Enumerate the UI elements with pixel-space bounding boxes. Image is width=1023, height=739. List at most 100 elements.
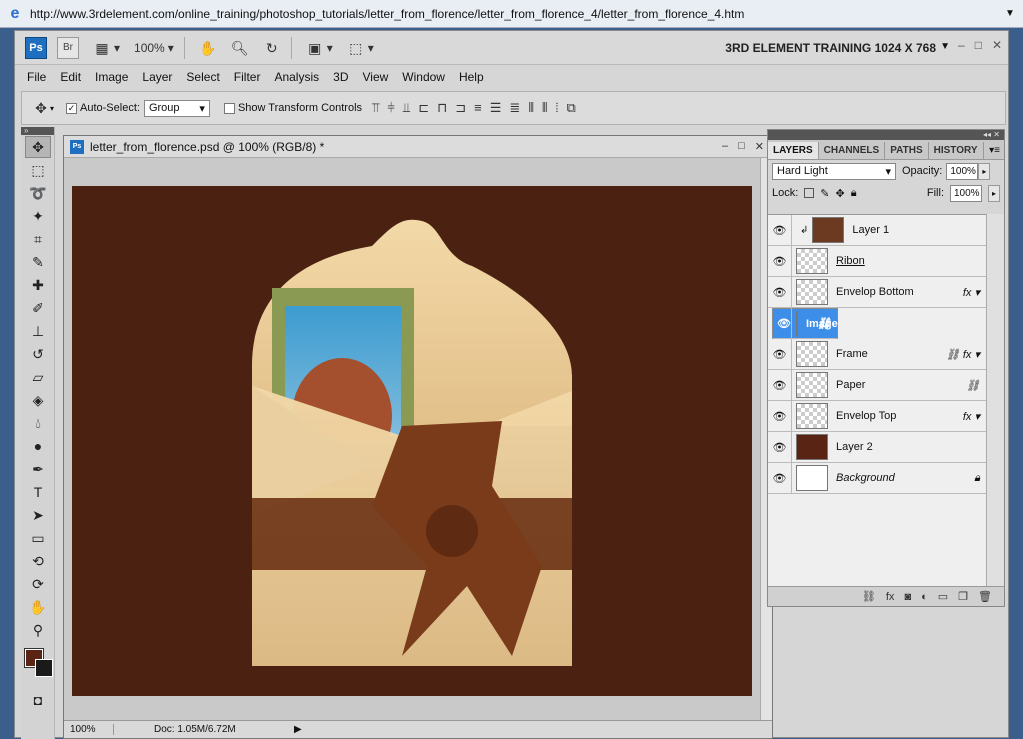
tools-collapse[interactable]: » — [21, 127, 54, 135]
visibility-eye-icon[interactable]: 👁 — [768, 276, 792, 308]
add-style-icon[interactable]: fx — [886, 591, 895, 603]
align-bottom-icon[interactable]: ⫫ — [403, 100, 410, 116]
delete-layer-icon[interactable]: 🗑︎ — [978, 590, 992, 603]
background-color[interactable] — [35, 659, 53, 677]
3d-orbit-tool[interactable]: ⟳ — [25, 573, 51, 595]
layer-row[interactable]: 👁 Layer 2 — [768, 431, 986, 463]
paint-bucket-tool[interactable]: ◈ — [25, 389, 51, 411]
history-brush-tool[interactable]: ↺ — [25, 343, 51, 365]
auto-align-icon[interactable]: ⧉ — [566, 100, 575, 116]
layer-effects-icon[interactable]: ⛓ fx ▾ — [946, 348, 980, 361]
align-left-icon[interactable]: ⊏ — [418, 100, 429, 116]
eraser-tool[interactable]: ▱ — [25, 366, 51, 388]
menu-window[interactable]: Window — [402, 70, 445, 84]
lock-position-icon[interactable]: ✥ — [836, 187, 845, 200]
zoom-tool[interactable]: ⚲ — [25, 619, 51, 641]
layer-row[interactable]: 👁 Paper ⛓ — [768, 369, 986, 401]
3d-rotate-tool[interactable]: ⟲ — [25, 550, 51, 572]
zoom-tool-button[interactable]: 🔍︎ — [231, 40, 249, 56]
distribute-vcenter-icon[interactable]: ☰ — [490, 100, 502, 116]
distribute-right-icon[interactable]: ⦙ — [556, 100, 559, 116]
path-selection-tool[interactable]: ➤ — [25, 504, 51, 526]
blend-mode-select[interactable]: Hard Light ▾ — [772, 162, 896, 180]
distribute-top-icon[interactable]: ≡ — [474, 100, 482, 116]
visibility-eye-icon[interactable]: 👁 — [777, 308, 792, 339]
auto-select-checkbox[interactable]: ✓ — [66, 102, 78, 114]
canvas[interactable] — [72, 186, 752, 696]
layer-effects-icon[interactable]: fx ▾ — [963, 286, 980, 299]
healing-brush-tool[interactable]: ✚ — [25, 274, 51, 296]
status-menu-icon[interactable]: ▶ — [294, 724, 302, 735]
layer-row[interactable]: 👁 Envelop Bottom fx ▾ — [768, 276, 986, 308]
visibility-eye-icon[interactable]: 👁 — [768, 214, 792, 246]
menu-edit[interactable]: Edit — [60, 70, 81, 84]
move-tool[interactable]: ✥ — [25, 136, 51, 158]
distribute-bottom-icon[interactable]: ≣ — [509, 100, 520, 116]
visibility-eye-icon[interactable]: 👁 — [768, 431, 792, 463]
doc-close-icon[interactable]: ✕ — [755, 140, 764, 153]
screen-mode-button[interactable]: ⬚ ▾ — [347, 40, 374, 56]
doc-minimize-icon[interactable]: – — [722, 140, 728, 153]
dodge-tool[interactable]: ● — [25, 435, 51, 457]
fill-slider-icon[interactable]: ▸ — [988, 184, 1000, 202]
panel-menu-icon[interactable]: ▾≡ — [985, 142, 1004, 159]
visibility-eye-icon[interactable]: 👁 — [768, 462, 792, 494]
address-dropdown-icon[interactable]: ▼ — [1003, 8, 1017, 19]
new-group-icon[interactable]: ▭ — [938, 590, 948, 603]
tab-channels[interactable]: CHANNELS — [819, 142, 886, 159]
add-mask-icon[interactable]: ◙ — [904, 591, 911, 603]
layer-row-selected[interactable]: 👁 Image ⛓ — [772, 308, 838, 339]
new-layer-icon[interactable]: ❐ — [958, 590, 968, 603]
doc-maximize-icon[interactable]: □ — [738, 140, 745, 153]
tab-history[interactable]: HISTORY — [929, 142, 984, 159]
layer-row[interactable]: 👁 ↲ Layer 1 — [768, 214, 986, 246]
visibility-eye-icon[interactable]: 👁 — [768, 338, 792, 370]
arrange-documents-button[interactable]: ▣ ▾ — [306, 40, 333, 56]
move-tool-icon[interactable]: ✥ — [32, 100, 50, 116]
tab-layers[interactable]: LAYERS — [768, 142, 819, 159]
hand-tool[interactable]: ✋ — [25, 596, 51, 618]
minimize-icon[interactable]: – — [958, 38, 965, 52]
type-tool[interactable]: T — [25, 481, 51, 503]
brush-tool[interactable]: ✐ — [25, 297, 51, 319]
clone-stamp-tool[interactable]: ⊥ — [25, 320, 51, 342]
lock-all-icon[interactable]: 🔒︎ — [851, 187, 857, 200]
magic-wand-tool[interactable]: ✦ — [25, 205, 51, 227]
marquee-tool[interactable]: ⬚ — [25, 159, 51, 181]
lock-transparency-icon[interactable] — [804, 188, 815, 198]
menu-layer[interactable]: Layer — [142, 70, 172, 84]
layer-row[interactable]: 👁 Envelop Top fx ▾ — [768, 400, 986, 432]
visibility-eye-icon[interactable]: 👁 — [768, 245, 792, 277]
tab-paths[interactable]: PATHS — [885, 142, 929, 159]
hand-tool-button[interactable]: ✋ — [199, 40, 217, 56]
align-right-icon[interactable]: ⊐ — [455, 100, 466, 116]
align-hcenter-icon[interactable]: ⊓ — [437, 100, 447, 116]
menu-filter[interactable]: Filter — [234, 70, 261, 84]
address-url[interactable]: http://www.3rdelement.com/online_trainin… — [30, 7, 1003, 21]
quick-mask-button[interactable]: ◘ — [25, 689, 51, 711]
pen-tool[interactable]: ✒ — [25, 458, 51, 480]
distribute-hcenter-icon[interactable]: ⫴ — [542, 100, 547, 116]
menu-help[interactable]: Help — [459, 70, 484, 84]
document-tab[interactable]: Ps letter_from_florence.psd @ 100% (RGB/… — [64, 136, 772, 158]
maximize-icon[interactable]: □ — [975, 38, 982, 52]
align-vcenter-icon[interactable]: ⫩ — [387, 100, 394, 116]
bridge-button[interactable]: Br — [57, 36, 79, 59]
blur-tool[interactable]: 💧︎ — [25, 412, 51, 434]
menu-view[interactable]: View — [362, 70, 388, 84]
visibility-eye-icon[interactable]: 👁 — [768, 400, 792, 432]
rotate-view-button[interactable]: ↻ — [263, 40, 281, 56]
lock-pixels-icon[interactable]: ✎ — [820, 187, 829, 200]
layer-row[interactable]: 👁 Frame ⛓ fx ▾ — [768, 338, 986, 370]
menu-3d[interactable]: 3D — [333, 70, 348, 84]
adjustment-layer-icon[interactable]: ◐ — [921, 591, 928, 603]
workspace-dropdown-icon[interactable]: ▼ — [940, 41, 950, 52]
layer-row[interactable]: 👁 Background 🔒︎ — [768, 462, 986, 494]
status-zoom[interactable]: 100% — [64, 724, 114, 735]
visibility-eye-icon[interactable]: 👁 — [768, 369, 792, 401]
link-layers-icon[interactable]: ⛓ — [862, 590, 876, 603]
distribute-left-icon[interactable]: ⦀ — [528, 100, 534, 116]
fill-input[interactable]: 100% — [950, 184, 982, 202]
lasso-tool[interactable]: ➰ — [25, 182, 51, 204]
eyedropper-tool[interactable]: ✎ — [25, 251, 51, 273]
